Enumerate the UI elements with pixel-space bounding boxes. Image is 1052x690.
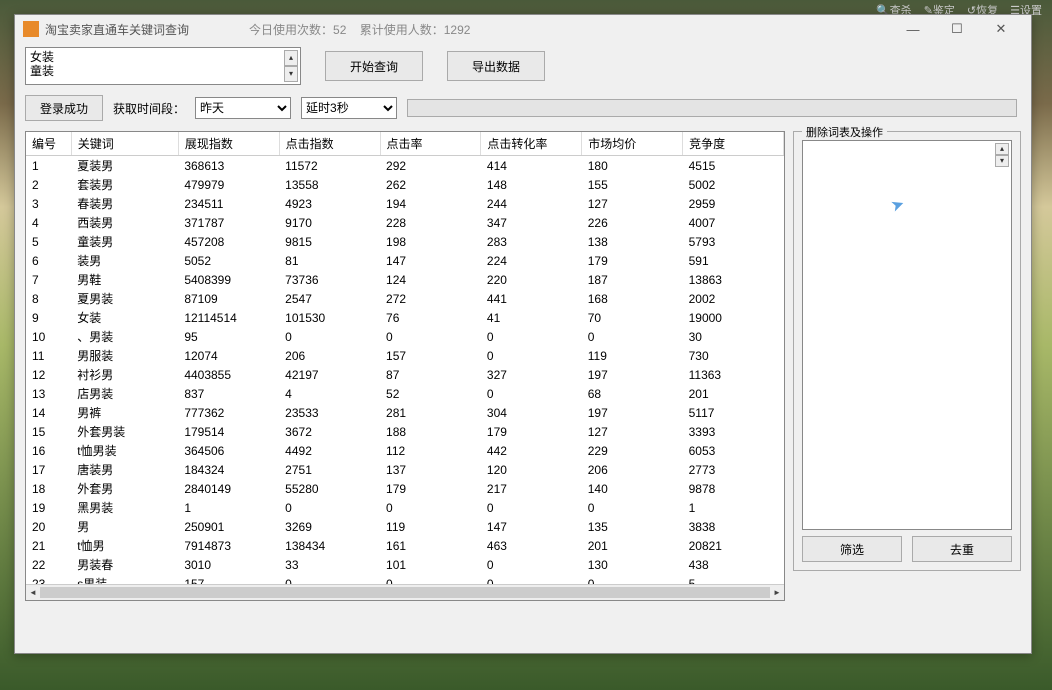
minimize-button[interactable]: —	[891, 15, 935, 43]
scroll-left-icon[interactable]: ◄	[26, 585, 40, 600]
titlebar[interactable]: 淘宝卖家直通车关键词查询 今日使用次数：52 累计使用人数：1292 — ☐ ✕	[15, 15, 1031, 43]
table-row[interactable]: 23s男装15700005	[26, 574, 784, 584]
table-scroll[interactable]: 编号关键词展现指数点击指数点击率点击转化率市场均价竞争度 1夏装男3686131…	[26, 132, 784, 584]
table-row[interactable]: 9女装1211451410153076417019000	[26, 308, 784, 327]
delete-words-listbox[interactable]: ▴▾ ➤	[802, 140, 1012, 530]
table-row[interactable]: 13店男装837452068201	[26, 384, 784, 403]
table-row[interactable]: 22男装春3010331010130438	[26, 555, 784, 574]
progress-bar	[407, 99, 1017, 117]
table-row[interactable]: 5童装男45720898151982831385793	[26, 232, 784, 251]
export-data-button[interactable]: 导出数据	[447, 51, 545, 81]
app-window: 淘宝卖家直通车关键词查询 今日使用次数：52 累计使用人数：1292 — ☐ ✕…	[14, 14, 1032, 654]
login-status-button[interactable]: 登录成功	[25, 95, 103, 121]
delay-select[interactable]: 延时3秒	[301, 97, 397, 119]
table-row[interactable]: 7男鞋54083997373612422018713863	[26, 270, 784, 289]
horizontal-scrollbar[interactable]: ◄ ►	[26, 584, 784, 600]
column-header[interactable]: 关键词	[71, 132, 178, 156]
column-header[interactable]: 编号	[26, 132, 71, 156]
column-header[interactable]: 点击率	[380, 132, 481, 156]
options-toolbar: 登录成功 获取时间段： 昨天 延时3秒	[15, 89, 1031, 127]
maximize-button[interactable]: ☐	[935, 15, 979, 43]
column-header[interactable]: 市场均价	[582, 132, 683, 156]
column-header[interactable]: 点击指数	[279, 132, 380, 156]
table-row[interactable]: 8夏男装8710925472724411682002	[26, 289, 784, 308]
results-table: 编号关键词展现指数点击指数点击率点击转化率市场均价竞争度 1夏装男3686131…	[25, 131, 785, 601]
filter-button[interactable]: 筛选	[802, 536, 902, 562]
column-header[interactable]: 点击转化率	[481, 132, 582, 156]
dedupe-button[interactable]: 去重	[912, 536, 1012, 562]
table-row[interactable]: 1夏装男368613115722924141804515	[26, 156, 784, 176]
table-row[interactable]: 18外套男2840149552801792171409878	[26, 479, 784, 498]
usage-stats: 今日使用次数：52 累计使用人数：1292	[249, 21, 470, 38]
time-label: 获取时间段：	[113, 100, 185, 117]
table-row[interactable]: 17唐装男18432427511371202062773	[26, 460, 784, 479]
column-header[interactable]: 展现指数	[178, 132, 279, 156]
spinner-icon[interactable]: ▴▾	[284, 50, 298, 82]
table-row[interactable]: 10、男装95000030	[26, 327, 784, 346]
time-range-select[interactable]: 昨天	[195, 97, 291, 119]
scroll-right-icon[interactable]: ►	[770, 585, 784, 600]
table-row[interactable]: 12衬衫男4403855421978732719711363	[26, 365, 784, 384]
table-row[interactable]: 16t恤男装36450644921124422296053	[26, 441, 784, 460]
query-toolbar: 女装 童装 ▴▾ 开始查询 导出数据	[15, 43, 1031, 89]
panel-legend: 删除词表及操作	[802, 124, 887, 140]
table-row[interactable]: 21t恤男791487313843416146320120821	[26, 536, 784, 555]
table-row[interactable]: 2套装男479979135582621481555002	[26, 175, 784, 194]
app-icon	[23, 21, 39, 37]
table-row[interactable]: 4西装男37178791702283472264007	[26, 213, 784, 232]
keyword-input[interactable]: 女装 童装 ▴▾	[25, 47, 301, 85]
start-query-button[interactable]: 开始查询	[325, 51, 423, 81]
table-row[interactable]: 6装男505281147224179591	[26, 251, 784, 270]
close-button[interactable]: ✕	[979, 15, 1023, 43]
window-title: 淘宝卖家直通车关键词查询	[45, 21, 189, 38]
column-header[interactable]: 竞争度	[683, 132, 784, 156]
cursor-icon: ➤	[888, 193, 907, 216]
listbox-spinner-icon[interactable]: ▴▾	[995, 143, 1009, 167]
table-row[interactable]: 19黑男装100001	[26, 498, 784, 517]
table-row[interactable]: 15外套男装17951436721881791273393	[26, 422, 784, 441]
table-row[interactable]: 20男25090132691191471353838	[26, 517, 784, 536]
table-row[interactable]: 3春装男23451149231942441272959	[26, 194, 784, 213]
delete-words-panel: 删除词表及操作 ▴▾ ➤ 筛选 去重	[793, 131, 1021, 571]
table-row[interactable]: 14男裤777362235332813041975117	[26, 403, 784, 422]
table-row[interactable]: 11男服装120742061570119730	[26, 346, 784, 365]
